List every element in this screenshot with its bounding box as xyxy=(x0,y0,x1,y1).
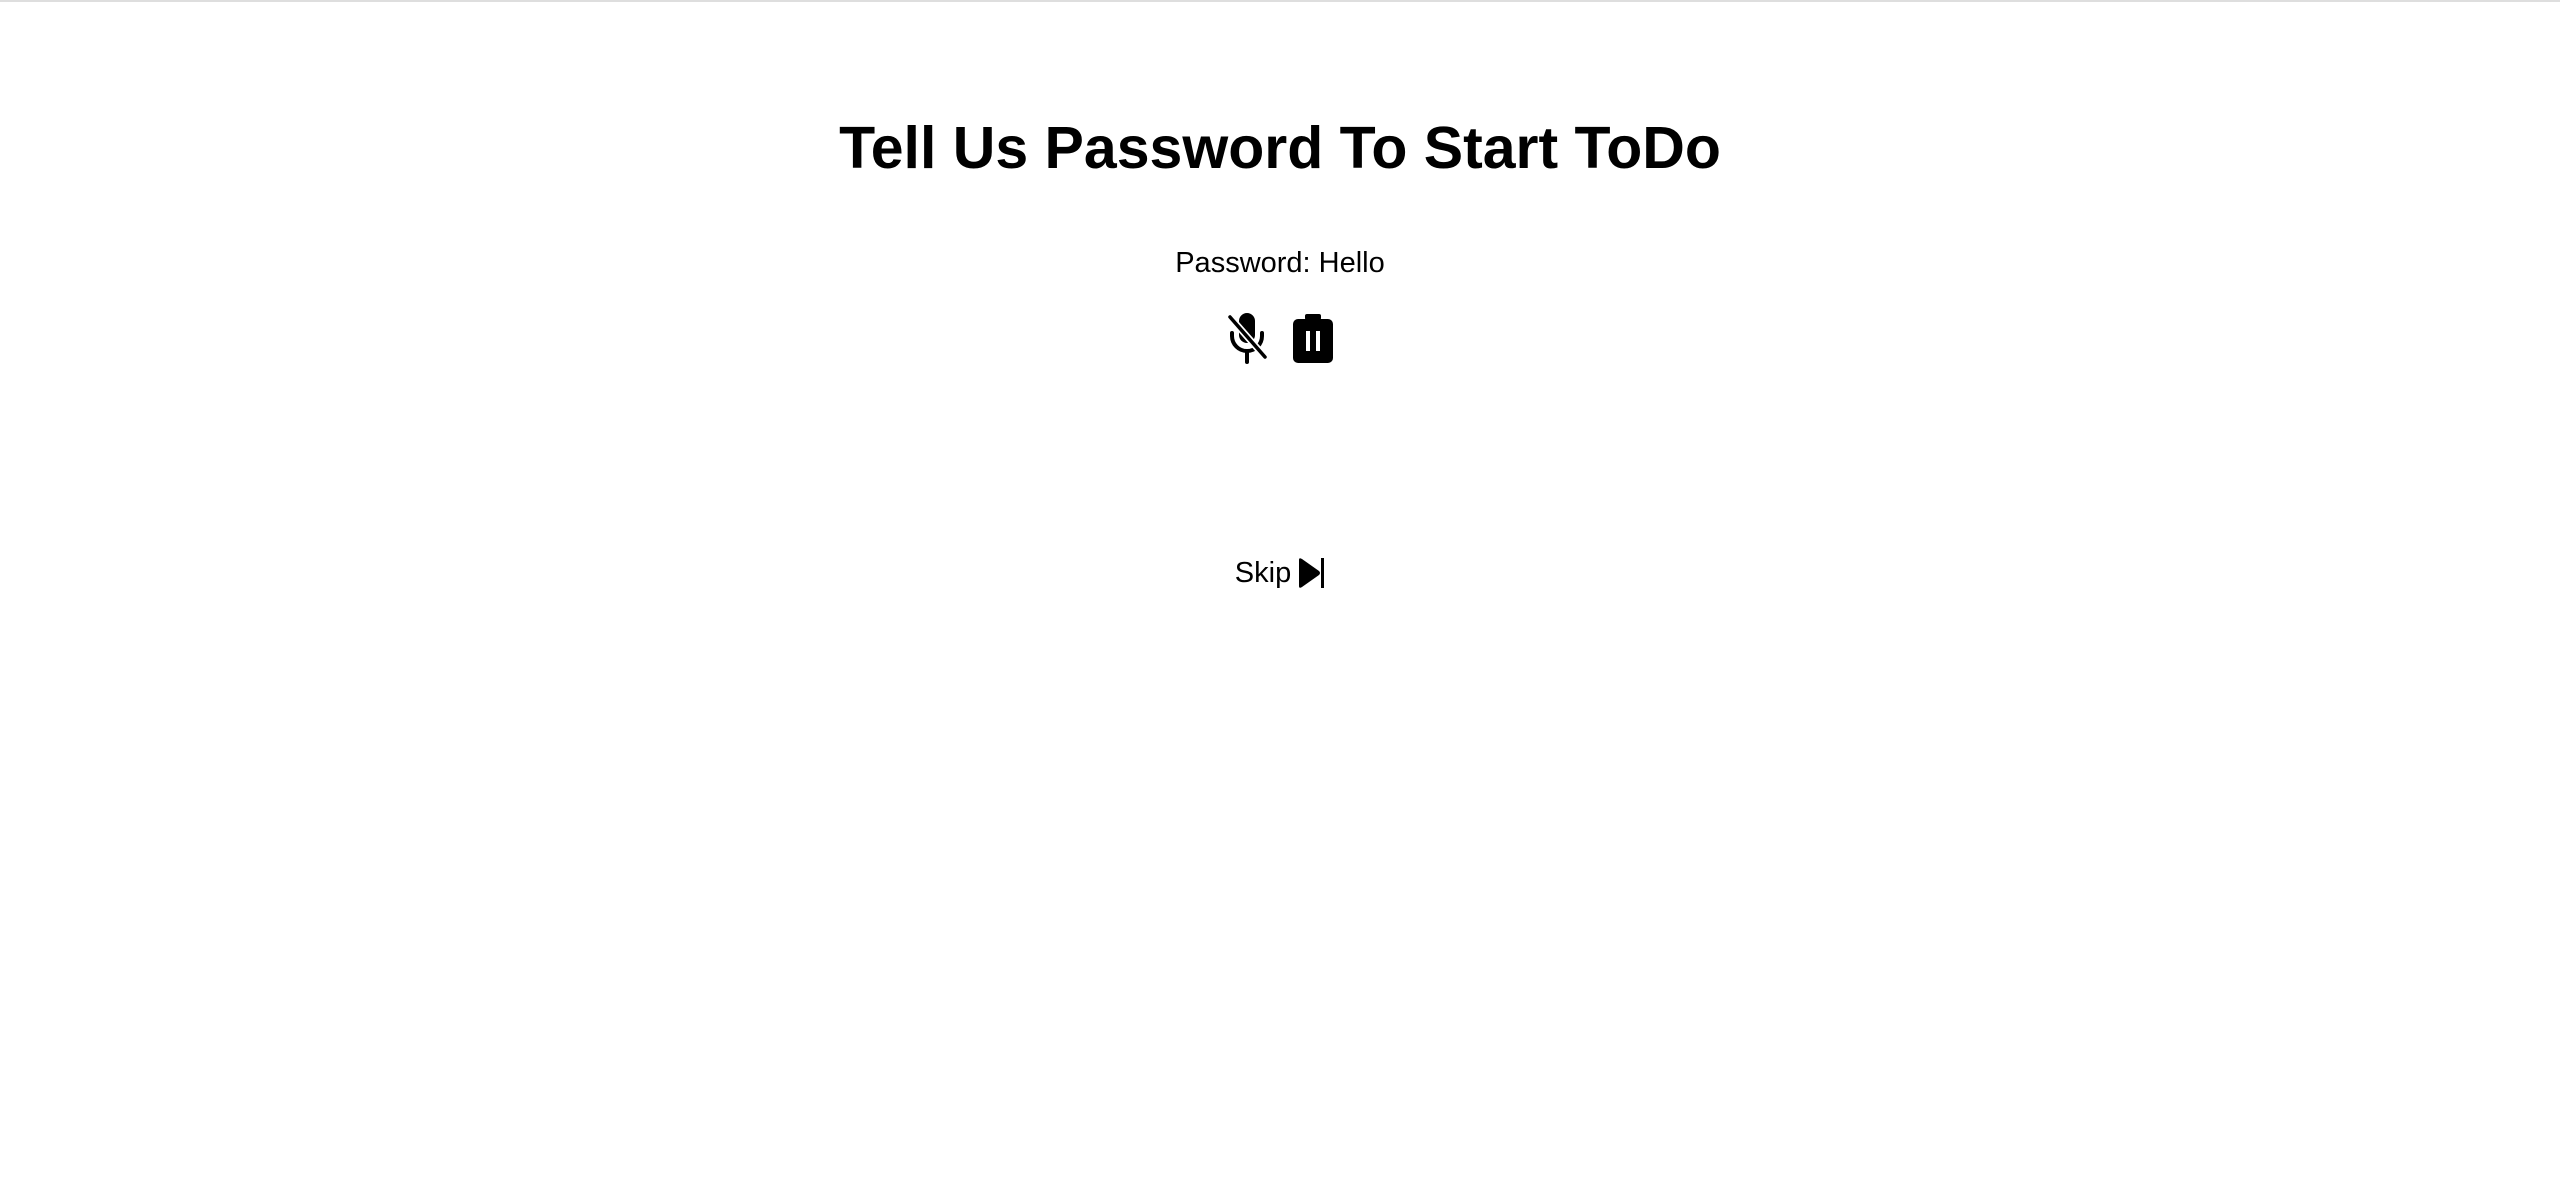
delete-password-button[interactable] xyxy=(1289,310,1337,366)
password-display: Password: Hello xyxy=(0,245,2560,281)
mute-microphone-button[interactable] xyxy=(1223,310,1271,366)
password-label: Password: xyxy=(1175,247,1311,279)
password-value: Hello xyxy=(1318,247,1385,279)
microphone-slash-icon xyxy=(1226,313,1269,364)
skip-label: Skip xyxy=(1234,557,1292,589)
top-border xyxy=(0,0,2560,2)
page-title: Tell Us Password To Start ToDo xyxy=(839,115,1721,181)
skip-forward-icon xyxy=(1299,558,1325,588)
page: Tell Us Password To Start ToDo Password:… xyxy=(0,0,2560,1184)
skip-button[interactable]: Skip xyxy=(0,555,2560,591)
trash-icon xyxy=(1293,314,1333,363)
voice-controls xyxy=(0,310,2560,366)
